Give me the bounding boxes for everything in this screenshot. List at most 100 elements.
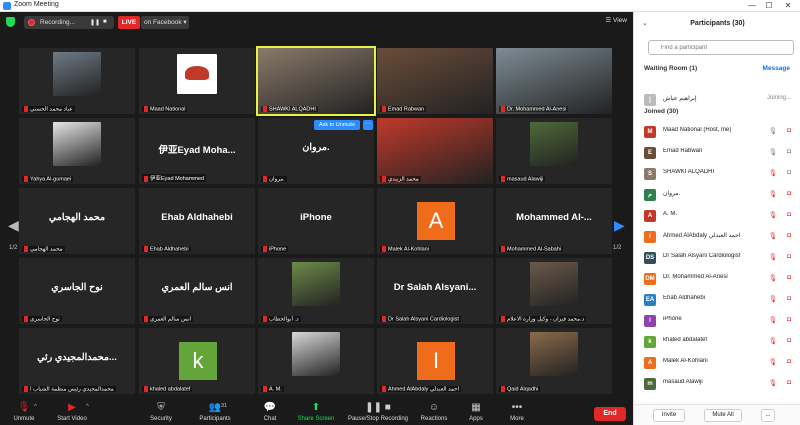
video-tile[interactable]: masaud Alawiji (496, 118, 612, 184)
live-target-dropdown[interactable]: on Facebook ▾ (141, 16, 189, 29)
camera-off-icon[interactable]: ◘ (787, 379, 791, 386)
view-button[interactable]: ☰ View (605, 16, 627, 24)
video-tile[interactable]: Dr. Mohammed Al-Anesi (496, 48, 612, 114)
muted-mic-icon[interactable]: 🎙 (769, 316, 777, 324)
participant-row[interactable]: S SHAWKI ALQADHI 🎙 ◘ (634, 164, 800, 184)
camera-off-icon[interactable]: ◘ (787, 127, 791, 134)
waiting-row[interactable]: إ إبراهيم عياش Joining... (634, 90, 800, 110)
tile-name-label: Qaid Alqadhi (499, 385, 541, 392)
video-tile[interactable]: د.محمد قيزان - وكيل وزارة الاعلام (496, 258, 612, 324)
participant-row[interactable]: k khaled abdalatef 🎙 ◘ (634, 332, 800, 352)
invite-button[interactable]: Invite (653, 409, 685, 422)
security-label: Security (150, 416, 172, 422)
stop-recording-icon[interactable]: ■ (103, 19, 107, 25)
participant-row[interactable]: E Emad Rabwan 🎙 ◘ (634, 143, 800, 163)
video-tile[interactable]: عباد محمد الحسني (19, 48, 135, 114)
camera-off-icon[interactable]: ◘ (787, 337, 791, 344)
video-tile[interactable]: A. M. (258, 328, 374, 394)
start-video-button[interactable]: ▶ Start Video ^ (42, 402, 102, 422)
participant-name: محمد الهجامي (30, 246, 63, 252)
unmute-options-caret-icon[interactable]: ^ (34, 404, 37, 410)
muted-mic-icon[interactable]: 🎙 (769, 274, 777, 282)
mic-icon[interactable]: 🎙 (769, 148, 777, 156)
muted-mic-icon[interactable]: 🎙 (769, 169, 777, 177)
participant-row[interactable]: A A. M. 🎙 ◘ (634, 206, 800, 226)
message-waiting-room-link[interactable]: Message (763, 65, 790, 72)
participant-name: SHAWKI ALQADHI (663, 169, 715, 175)
video-tile[interactable]: Ehab Aldhahebi Ehab Aldhahebi (139, 188, 255, 254)
camera-off-icon[interactable]: ◘ (787, 232, 791, 239)
chat-label: Chat (263, 416, 277, 422)
next-page-arrow-icon[interactable]: ▶ (614, 217, 625, 234)
video-tile[interactable]: 伊亚Eyad Moha... 伊亚Eyad Mohammed (139, 118, 255, 184)
video-tile[interactable]: Emad Rabwan (377, 48, 493, 114)
more-button[interactable]: ••• More (487, 402, 547, 422)
participant-row[interactable]: A Malek Al-Kohlani 🎙 ◘ (634, 353, 800, 373)
minimize-button[interactable]: — (745, 0, 759, 12)
video-tile[interactable]: Maad National (139, 48, 255, 114)
muted-mic-icon[interactable]: 🎙 (769, 232, 777, 240)
muted-mic-icon[interactable]: 🎙 (769, 337, 777, 345)
muted-mic-icon[interactable]: 🎙 (769, 379, 777, 387)
muted-mic-icon[interactable]: 🎙 (769, 211, 777, 219)
muted-mic-icon (263, 385, 267, 392)
avatar: DS (644, 252, 656, 264)
find-participant-input[interactable] (648, 40, 794, 55)
video-tile[interactable]: Mohammed Al-... Mohammed Al-Sabahi (496, 188, 612, 254)
joined-header[interactable]: Joined (30) (644, 108, 678, 115)
participant-row[interactable]: DS Dr Salah Alsyani Cardiologist 🎙 ◘ (634, 248, 800, 268)
mic-icon[interactable]: 🎙 (769, 127, 777, 135)
ask-to-unmute-button[interactable]: Ask to Unmute (314, 120, 360, 130)
video-tile[interactable]: محمد الزبيدي (377, 118, 493, 184)
video-tile[interactable]: Dr Salah Alsyani... Dr Salah Alsyani Card… (377, 258, 493, 324)
panel-more-button[interactable]: ... (761, 409, 775, 422)
participants-label: Participants (199, 416, 231, 422)
video-tile[interactable]: نوح الجاسري نوح الجاسري (19, 258, 135, 324)
participant-row[interactable]: M Maad National (Host, me) 🎙 ◘ (634, 122, 800, 142)
participant-row[interactable]: m masaud Alawiji 🎙 ◘ (634, 374, 800, 394)
camera-off-icon[interactable]: ◘ (787, 295, 791, 302)
maximize-button[interactable]: ☐ (762, 0, 776, 12)
video-tile[interactable]: Yahya Al-gumaei (19, 118, 135, 184)
tile-more-button[interactable]: ··· (363, 120, 373, 130)
camera-off-icon[interactable]: ◘ (787, 316, 791, 323)
mute-all-button[interactable]: Mute All (704, 409, 742, 422)
video-tile[interactable]: A Malek Al-Kohlani (377, 188, 493, 254)
video-tile[interactable]: محمدالمجيدي رئي... محمدالمجيدي رئيس منظمة… (19, 328, 135, 394)
muted-mic-icon[interactable]: 🎙 (769, 358, 777, 366)
camera-off-icon[interactable]: ◘ (787, 190, 791, 197)
participants-button[interactable]: 👥 31 Participants (185, 402, 245, 422)
tile-display-name: محمد الهجامي (48, 212, 106, 223)
participant-row[interactable]: EA Ehab Aldhahebi 🎙 ◘ (634, 290, 800, 310)
camera-icon[interactable]: ◘ (787, 148, 791, 155)
participant-row[interactable]: م مروان. 🎙 ◘ (634, 185, 800, 205)
video-tile[interactable]: Qaid Alqadhi (496, 328, 612, 394)
muted-mic-icon[interactable]: 🎙 (769, 190, 777, 198)
security-shield-icon[interactable] (6, 17, 15, 27)
share-screen-button[interactable]: ⬆ Share Screen (286, 402, 346, 422)
end-meeting-button[interactable]: End (594, 407, 626, 421)
prev-page-arrow-icon[interactable]: ◀ (8, 217, 19, 234)
video-tile[interactable]: SHAWKI ALQADHI (256, 46, 376, 116)
camera-off-icon[interactable]: ◘ (787, 211, 791, 218)
waiting-room-header[interactable]: Waiting Room (1) (644, 65, 697, 72)
participant-row[interactable]: I Ahmed AlAbdaly احمد العبدلي 🎙 ◘ (634, 227, 800, 247)
camera-off-icon[interactable]: ◘ (787, 274, 791, 281)
video-tile[interactable]: k khaled abdalatef (139, 328, 255, 394)
camera-icon[interactable]: ◘ (787, 169, 791, 176)
video-tile[interactable]: محمد الهجامي محمد الهجامي (19, 188, 135, 254)
pause-recording-icon[interactable]: ❚❚ (90, 19, 100, 26)
camera-off-icon[interactable]: ◘ (787, 358, 791, 365)
video-tile[interactable]: I Ahmed AlAbdaly احمد العبدلي (377, 328, 493, 394)
muted-mic-icon[interactable]: 🎙 (769, 253, 777, 261)
camera-off-icon[interactable]: ◘ (787, 253, 791, 260)
video-tile[interactable]: انس سالم العمري انس سالم العمري (139, 258, 255, 324)
muted-mic-icon[interactable]: 🎙 (769, 295, 777, 303)
video-tile[interactable]: د. أبوالخطاب (258, 258, 374, 324)
participant-row[interactable]: IiPhone 🎙 ◘ (634, 311, 800, 331)
video-tile[interactable]: iPhone iPhone (258, 188, 374, 254)
participant-row[interactable]: DM Dr. Mohammed Al-Anesi 🎙 ◘ (634, 269, 800, 289)
video-options-caret-icon[interactable]: ^ (86, 404, 89, 410)
close-button[interactable]: ✕ (781, 0, 795, 12)
security-button[interactable]: ⛨ Security (131, 402, 191, 422)
